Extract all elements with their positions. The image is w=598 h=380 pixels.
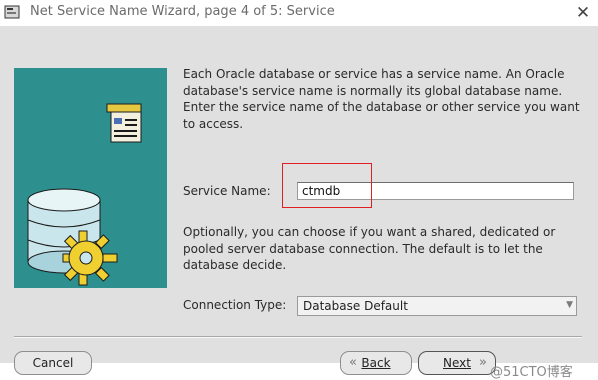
document-icon — [106, 103, 142, 143]
cancel-button[interactable]: Cancel — [14, 351, 92, 375]
connection-type-label: Connection Type: — [183, 298, 287, 312]
connection-description: Optionally, you can choose if you want a… — [183, 225, 556, 272]
back-chevron-icon: « — [349, 355, 357, 370]
wizard-body: Each Oracle database or service has a se… — [0, 26, 598, 380]
next-button-label: Next — [443, 356, 471, 370]
connection-type-select[interactable]: Database Default ▼ — [297, 296, 577, 316]
close-icon[interactable]: ✕ — [568, 0, 598, 26]
app-icon — [4, 5, 20, 19]
title-bar: Net Service Name Wizard, page 4 of 5: Se… — [0, 0, 598, 26]
service-name-label: Service Name: — [183, 184, 271, 198]
service-name-input[interactable] — [297, 182, 574, 200]
next-button[interactable]: Next » — [418, 351, 496, 375]
service-description: Each Oracle database or service has a se… — [183, 67, 580, 131]
chevron-down-icon: ▼ — [566, 300, 573, 310]
watermark: @51CTO博客 — [490, 365, 573, 380]
button-divider — [14, 336, 582, 338]
back-button-label: Back — [361, 356, 391, 370]
cancel-button-label: Cancel — [32, 356, 74, 370]
back-button[interactable]: « Back — [340, 351, 412, 375]
wizard-illustration — [14, 68, 167, 288]
window-title: Net Service Name Wizard, page 4 of 5: Se… — [30, 4, 335, 19]
connection-type-value: Database Default — [303, 299, 408, 313]
next-chevron-icon: » — [479, 355, 487, 370]
